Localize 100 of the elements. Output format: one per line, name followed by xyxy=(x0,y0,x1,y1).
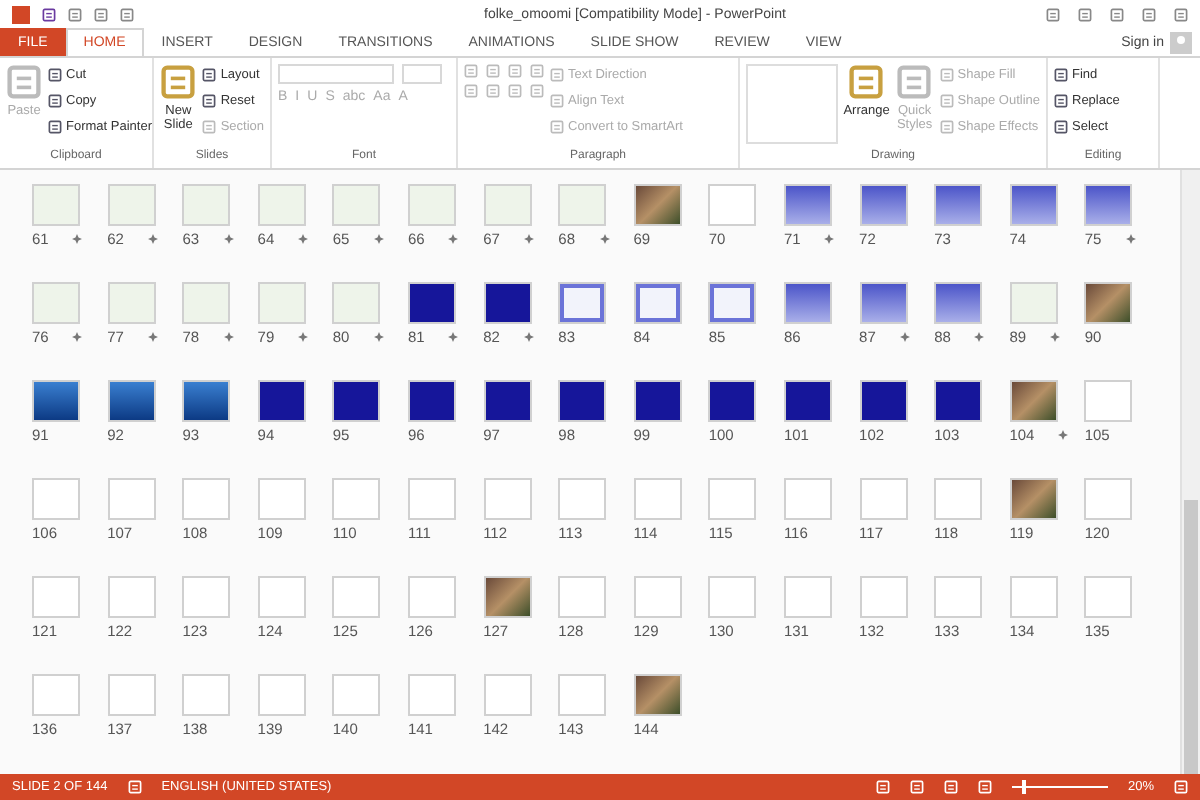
slide-thumbnail[interactable] xyxy=(332,576,381,618)
photo-placeholder[interactable] xyxy=(1009,478,1058,520)
slide-thumbnail[interactable] xyxy=(934,380,983,422)
animation-icon xyxy=(448,233,459,243)
slide-thumbnail[interactable] xyxy=(32,576,80,618)
slide-thumbnail[interactable] xyxy=(182,184,231,226)
slide-thumbnail[interactable] xyxy=(859,380,908,422)
slide-thumbnail[interactable] xyxy=(182,674,231,716)
shapes-gallery[interactable] xyxy=(746,64,838,144)
slide-thumbnail[interactable] xyxy=(708,576,757,618)
slide-thumbnail[interactable] xyxy=(407,380,456,422)
size-field[interactable] xyxy=(402,64,442,84)
zoom-thumb[interactable] xyxy=(1021,780,1026,794)
slide-thumbnail[interactable] xyxy=(1009,576,1058,618)
animation-icon xyxy=(523,331,534,341)
slide-thumbnail[interactable] xyxy=(859,282,908,324)
slide-thumbnail[interactable] xyxy=(107,380,156,422)
animation-icon xyxy=(72,233,83,243)
slide-thumbnail[interactable] xyxy=(708,380,757,422)
slide-thumbnail[interactable] xyxy=(332,674,381,716)
slide-thumbnail[interactable] xyxy=(182,282,231,324)
slide-thumbnail[interactable] xyxy=(1009,184,1058,226)
slide-thumbnail[interactable] xyxy=(633,380,682,422)
slide-thumbnail[interactable] xyxy=(107,674,156,716)
photo-placeholder[interactable] xyxy=(633,674,682,716)
slide-thumbnail[interactable] xyxy=(708,184,757,226)
slide-thumbnail[interactable] xyxy=(558,184,607,226)
slide-thumbnail[interactable] xyxy=(934,184,983,226)
slide-thumbnail[interactable] xyxy=(107,576,156,618)
slide-thumbnail[interactable] xyxy=(483,282,532,324)
animation-icon xyxy=(223,331,234,341)
photo-placeholder[interactable] xyxy=(1009,380,1058,422)
slide-thumbnail[interactable] xyxy=(32,478,80,520)
animation-icon xyxy=(1125,233,1136,243)
slide-thumbnail[interactable] xyxy=(558,282,607,324)
slide-thumbnail[interactable] xyxy=(483,184,532,226)
animation-icon xyxy=(72,331,83,341)
slide-thumbnail[interactable] xyxy=(32,380,80,422)
animation-icon xyxy=(599,233,609,243)
slide-thumbnail[interactable] xyxy=(783,282,832,324)
slide-thumbnail[interactable] xyxy=(407,478,456,520)
slide-thumbnail[interactable] xyxy=(107,478,156,520)
slide-thumbnail[interactable] xyxy=(407,282,456,324)
animation-icon xyxy=(147,331,158,341)
slide-thumbnail[interactable] xyxy=(783,184,832,226)
slide-thumbnail[interactable] xyxy=(407,184,456,226)
scrollbar[interactable] xyxy=(1180,170,1200,774)
slide-thumbnail[interactable] xyxy=(107,184,156,226)
slide-thumbnail[interactable] xyxy=(182,380,231,422)
slide-thumbnail[interactable] xyxy=(1009,282,1058,324)
slide-thumbnail[interactable] xyxy=(257,282,306,324)
slide-thumbnail[interactable] xyxy=(182,576,231,618)
slide-thumbnail[interactable] xyxy=(483,674,532,716)
slide-thumbnail[interactable] xyxy=(257,674,306,716)
slide-thumbnail[interactable] xyxy=(558,576,607,618)
photo-placeholder[interactable] xyxy=(1084,282,1133,324)
slide-thumbnail[interactable] xyxy=(633,478,682,520)
slide-thumbnail[interactable] xyxy=(708,282,757,324)
photo-placeholder[interactable] xyxy=(483,576,532,618)
slide-thumbnail[interactable] xyxy=(1084,478,1133,520)
slide-thumbnail[interactable] xyxy=(32,184,80,226)
slide-thumbnail[interactable] xyxy=(934,478,983,520)
slide-thumbnail[interactable] xyxy=(558,478,607,520)
photo-placeholder[interactable] xyxy=(633,184,682,226)
slide-thumbnail[interactable] xyxy=(257,478,306,520)
animation-icon xyxy=(448,331,459,341)
slide-thumbnail[interactable] xyxy=(1084,380,1133,422)
slide-thumbnail[interactable] xyxy=(934,576,983,618)
slide-thumbnail[interactable] xyxy=(783,576,832,618)
slide-thumbnail[interactable] xyxy=(859,576,908,618)
slide-thumbnail[interactable] xyxy=(257,184,306,226)
slide-thumbnail[interactable] xyxy=(708,478,757,520)
slide-thumbnail[interactable] xyxy=(633,576,682,618)
slide-thumbnail[interactable] xyxy=(934,282,983,324)
slide-thumbnail[interactable] xyxy=(332,380,381,422)
slide-thumbnail[interactable] xyxy=(32,674,80,716)
slide-thumbnail[interactable] xyxy=(558,380,607,422)
slide-thumbnail[interactable] xyxy=(558,674,607,716)
slide-thumbnail[interactable] xyxy=(633,282,682,324)
slide-thumbnail[interactable] xyxy=(32,282,80,324)
slide-thumbnail[interactable] xyxy=(407,674,456,716)
slide-thumbnail[interactable] xyxy=(783,380,832,422)
slide-thumbnail[interactable] xyxy=(107,282,156,324)
slide-thumbnail[interactable] xyxy=(483,380,532,422)
slide-thumbnail[interactable] xyxy=(483,478,532,520)
slide-thumbnail[interactable] xyxy=(859,478,908,520)
animation-icon xyxy=(373,331,384,341)
slide-thumbnail[interactable] xyxy=(332,478,381,520)
slide-thumbnail[interactable] xyxy=(407,576,456,618)
slide-thumbnail[interactable] xyxy=(1084,184,1133,226)
font-field[interactable] xyxy=(278,64,394,84)
slide-thumbnail[interactable] xyxy=(257,576,306,618)
slide-thumbnail[interactable] xyxy=(783,478,832,520)
slide-thumbnail[interactable] xyxy=(257,380,306,422)
animation-icon xyxy=(298,331,309,341)
slide-thumbnail[interactable] xyxy=(332,184,381,226)
slide-thumbnail[interactable] xyxy=(859,184,908,226)
slide-thumbnail[interactable] xyxy=(332,282,381,324)
slide-thumbnail[interactable] xyxy=(182,478,231,520)
slide-thumbnail[interactable] xyxy=(1084,576,1133,618)
